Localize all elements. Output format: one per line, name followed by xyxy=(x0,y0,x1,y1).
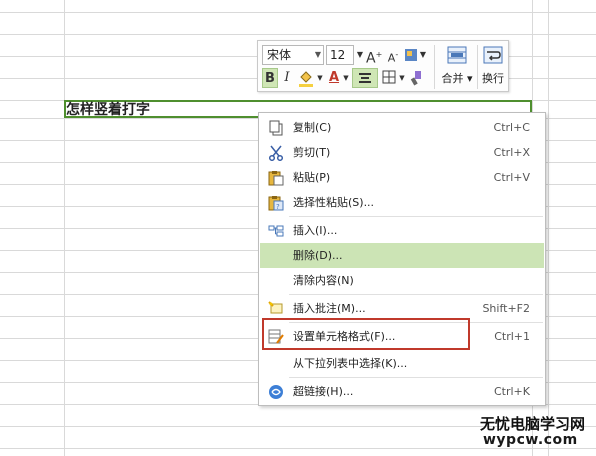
wrap-text-icon xyxy=(483,46,503,64)
chevron-down-icon[interactable]: ▼ xyxy=(316,68,324,88)
menu-item-label: 超链接(H)... xyxy=(293,385,354,398)
row-divider xyxy=(0,34,596,35)
menu-item-pick-from-list[interactable]: 从下拉列表中选择(K)... xyxy=(260,351,544,376)
row-divider xyxy=(0,448,596,449)
menu-item-shortcut: Ctrl+1 xyxy=(494,330,530,343)
menu-item-label: 插入(I)... xyxy=(293,224,338,237)
font-size-value: 12 xyxy=(330,48,346,62)
font-name-select[interactable]: 宋体 ▼ xyxy=(262,45,324,65)
insert-icon xyxy=(268,225,284,237)
watermark-url: wypcw.com xyxy=(483,432,578,448)
menu-separator xyxy=(289,377,543,378)
menu-item-shortcut: Ctrl+X xyxy=(493,146,530,159)
format-painter-icon xyxy=(410,71,421,86)
menu-item-label: 删除(D)... xyxy=(293,249,343,262)
menu-item-label: 从下拉列表中选择(K)... xyxy=(293,357,408,370)
border-button[interactable] xyxy=(380,68,398,88)
paint-bucket-icon xyxy=(299,71,313,87)
menu-item-shortcut: Ctrl+V xyxy=(493,171,530,184)
align-center-icon xyxy=(359,73,371,83)
menu-item-insert[interactable]: 插入(I)... xyxy=(260,218,544,243)
chevron-down-icon: ▼ xyxy=(314,50,321,59)
menu-item-paste-special[interactable]: ? 选择性粘贴(S)... xyxy=(260,190,544,215)
context-menu: 复制(C) Ctrl+C 剪切(T) Ctrl+X 粘贴(P) Ctrl+V ?… xyxy=(258,112,546,406)
wrap-text-label: 换行 xyxy=(482,72,504,85)
menu-separator xyxy=(289,216,543,217)
toolbar-separator xyxy=(434,45,435,89)
align-button[interactable] xyxy=(352,68,378,88)
menu-item-label: 选择性粘贴(S)... xyxy=(293,196,375,209)
menu-item-label: 清除内容(N) xyxy=(293,274,354,287)
cell-text: 怎样竖着打字 xyxy=(66,102,150,118)
menu-item-hyperlink[interactable]: 超链接(H)... Ctrl+K xyxy=(260,379,544,404)
menu-item-label: 剪切(T) xyxy=(293,146,331,159)
font-name-value: 宋体 xyxy=(267,48,292,62)
copy-icon xyxy=(269,120,283,136)
menu-item-cut[interactable]: 剪切(T) Ctrl+X xyxy=(260,140,544,165)
cell-style-button[interactable] xyxy=(404,45,418,65)
grow-font-button[interactable]: A+ xyxy=(366,45,382,67)
grow-font-label: A xyxy=(366,50,376,67)
font-size-select[interactable]: 12 xyxy=(326,45,354,65)
wrap-text-button[interactable]: 换行 xyxy=(478,44,508,90)
paste-icon xyxy=(268,171,284,186)
mini-toolbar: 宋体 ▼ 12 ▼ A+ A- ▼ B I ▼ A ▼ ▼ 合并 ▾ 换行 xyxy=(257,40,509,92)
watermark-title: 无忧电脑学习网 xyxy=(480,415,586,433)
italic-button[interactable]: I xyxy=(280,68,294,88)
format-painter-button[interactable] xyxy=(408,68,424,88)
merge-cells-icon xyxy=(447,46,467,64)
scissors-icon xyxy=(268,145,284,161)
merge-label: 合并 ▾ xyxy=(441,72,473,85)
border-grid-icon xyxy=(382,70,396,84)
menu-item-delete[interactable]: 删除(D)... xyxy=(260,243,544,268)
paste-special-icon: ? xyxy=(268,196,284,211)
hyperlink-icon xyxy=(269,385,283,399)
menu-item-shortcut: Ctrl+C xyxy=(493,121,530,134)
cell-style-icon xyxy=(405,49,417,61)
chevron-down-icon[interactable]: ▼ xyxy=(418,45,428,65)
row-divider xyxy=(0,12,596,13)
menu-separator xyxy=(289,294,543,295)
svg-text:?: ? xyxy=(276,203,280,211)
shrink-font-button[interactable]: A- xyxy=(385,45,401,65)
comment-icon xyxy=(268,301,283,314)
chevron-down-icon[interactable]: ▼ xyxy=(355,45,365,65)
menu-item-shortcut: Shift+F2 xyxy=(482,302,530,315)
merge-button[interactable]: 合并 ▾ xyxy=(438,44,476,90)
chevron-down-icon[interactable]: ▼ xyxy=(342,68,350,88)
bold-button[interactable]: B xyxy=(262,68,278,88)
menu-item-paste[interactable]: 粘贴(P) Ctrl+V xyxy=(260,165,544,190)
chevron-down-icon[interactable]: ▼ xyxy=(398,68,406,88)
menu-item-copy[interactable]: 复制(C) Ctrl+C xyxy=(260,115,544,140)
menu-item-label: 粘贴(P) xyxy=(293,171,331,184)
font-color-button[interactable]: A xyxy=(326,68,342,88)
fill-color-button[interactable] xyxy=(296,68,316,88)
menu-item-label: 复制(C) xyxy=(293,121,332,134)
menu-item-shortcut: Ctrl+K xyxy=(493,385,530,398)
menu-item-clear-contents[interactable]: 清除内容(N) xyxy=(260,268,544,293)
annotation-highlight-box xyxy=(262,318,470,350)
